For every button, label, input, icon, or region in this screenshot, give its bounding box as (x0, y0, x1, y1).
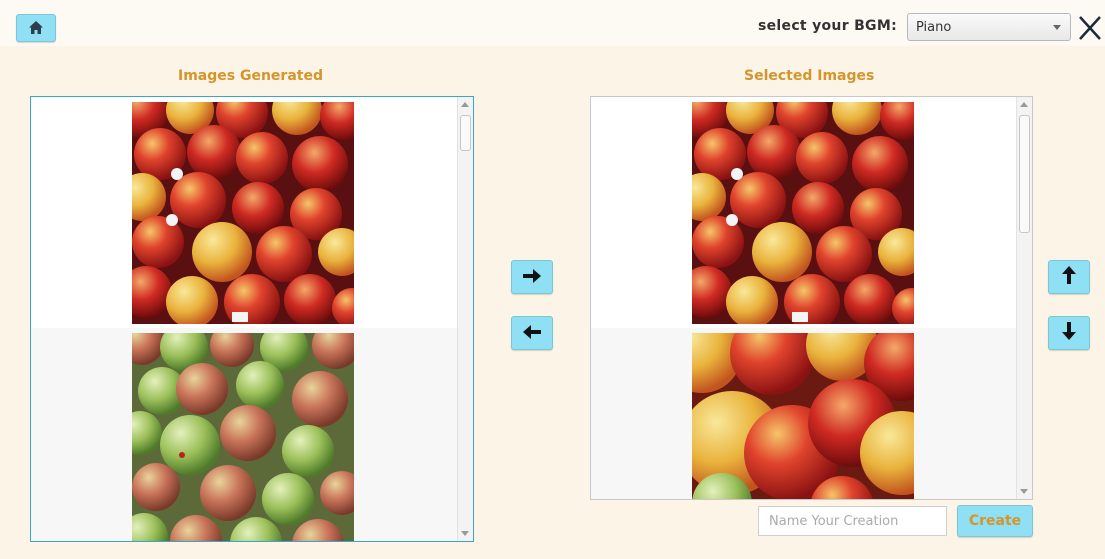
list-item[interactable] (31, 328, 457, 542)
selected-images-title: Selected Images (744, 68, 875, 84)
image-red-yellow-apples-closeup (692, 333, 914, 500)
image-green-apples (132, 333, 354, 542)
scrollbar[interactable] (457, 97, 473, 541)
add-to-selected-button[interactable] (511, 260, 553, 294)
bgm-selected-value: Piano (916, 20, 952, 35)
bgm-label: select your BGM: (758, 18, 897, 34)
images-generated-title: Images Generated (178, 68, 323, 84)
chevron-down-icon (1053, 25, 1061, 30)
selected-images-list[interactable] (590, 96, 1033, 500)
list-item[interactable] (591, 328, 1016, 500)
home-icon (29, 19, 43, 38)
creation-name-input[interactable] (758, 506, 947, 536)
home-button[interactable] (16, 14, 56, 42)
scroll-down-icon[interactable] (1020, 489, 1028, 494)
move-up-button[interactable] (1048, 260, 1090, 294)
image-red-apples (692, 102, 914, 324)
scroll-up-icon[interactable] (461, 102, 469, 107)
remove-from-selected-button[interactable] (511, 316, 553, 350)
list-item[interactable] (31, 97, 457, 328)
arrow-down-icon (1062, 322, 1076, 344)
create-button[interactable]: Create (957, 505, 1033, 537)
bgm-select[interactable]: Piano (907, 13, 1071, 41)
images-generated-list[interactable] (30, 96, 474, 542)
close-button[interactable] (1075, 13, 1105, 43)
scroll-down-icon[interactable] (461, 531, 469, 536)
arrow-right-icon (523, 268, 541, 287)
list-item[interactable] (591, 97, 1016, 328)
arrow-up-icon (1062, 266, 1076, 288)
scrollbar-thumb[interactable] (1019, 115, 1030, 233)
move-down-button[interactable] (1048, 316, 1090, 350)
arrow-left-icon (523, 324, 541, 343)
scrollbar-thumb[interactable] (460, 115, 471, 151)
image-red-apples (132, 102, 354, 324)
close-icon (1075, 16, 1105, 47)
scroll-up-icon[interactable] (1020, 102, 1028, 107)
scrollbar[interactable] (1016, 97, 1032, 499)
